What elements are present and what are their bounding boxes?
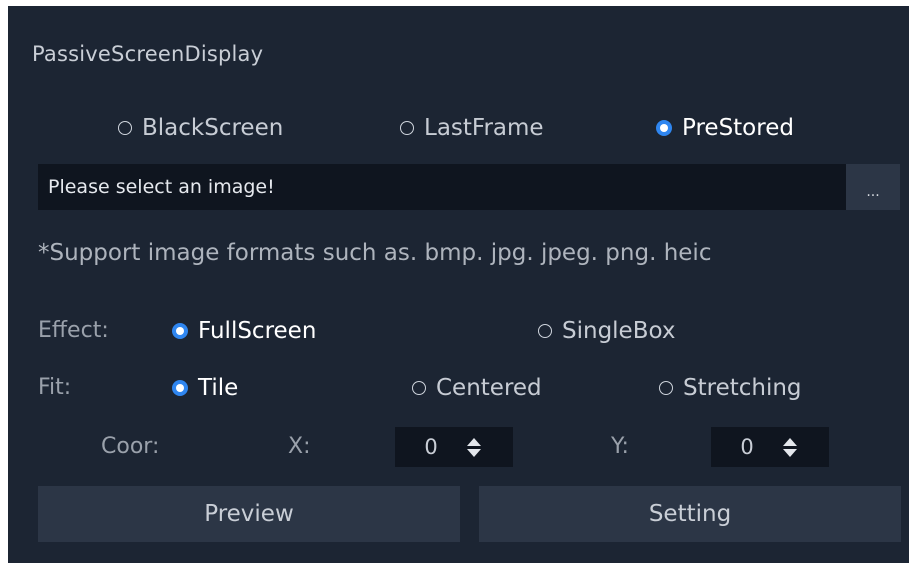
radio-indicator-selected bbox=[172, 323, 188, 339]
effect-label: Effect: bbox=[38, 318, 109, 343]
y-stepper-arrows[interactable] bbox=[783, 437, 797, 457]
y-value: 0 bbox=[740, 435, 754, 459]
coor-label: Coor: bbox=[101, 434, 160, 459]
browse-button[interactable]: ... bbox=[846, 164, 900, 210]
radio-indicator bbox=[118, 121, 132, 135]
arrow-up-icon[interactable] bbox=[467, 437, 481, 446]
passive-screen-display-panel: PassiveScreenDisplay BlackScreen LastFra… bbox=[8, 6, 909, 563]
setting-button[interactable]: Setting bbox=[479, 486, 901, 542]
radio-tile-label: Tile bbox=[198, 375, 239, 401]
image-path-field[interactable]: Please select an image! bbox=[38, 164, 846, 210]
radio-single-box[interactable]: SingleBox bbox=[538, 318, 675, 344]
radio-centered[interactable]: Centered bbox=[412, 375, 542, 401]
arrow-down-icon[interactable] bbox=[467, 448, 481, 457]
fit-label: Fit: bbox=[38, 375, 72, 400]
radio-centered-label: Centered bbox=[436, 375, 542, 401]
radio-pre-stored-label: PreStored bbox=[682, 115, 794, 141]
x-spinbox[interactable]: 0 bbox=[395, 427, 513, 467]
arrow-up-icon[interactable] bbox=[783, 437, 797, 446]
x-label: X: bbox=[288, 434, 311, 459]
radio-indicator-selected bbox=[656, 120, 672, 136]
radio-single-box-label: SingleBox bbox=[562, 318, 676, 344]
y-label: Y: bbox=[611, 434, 629, 459]
preview-button[interactable]: Preview bbox=[38, 486, 460, 542]
radio-indicator bbox=[412, 381, 426, 395]
radio-indicator bbox=[659, 381, 673, 395]
radio-black-screen-label: BlackScreen bbox=[142, 115, 284, 141]
x-value: 0 bbox=[424, 435, 438, 459]
panel-title: PassiveScreenDisplay bbox=[32, 42, 264, 66]
radio-full-screen-label: FullScreen bbox=[198, 318, 317, 344]
y-spinbox[interactable]: 0 bbox=[711, 427, 829, 467]
radio-stretching[interactable]: Stretching bbox=[659, 375, 802, 401]
radio-indicator bbox=[400, 121, 414, 135]
x-stepper-arrows[interactable] bbox=[467, 437, 481, 457]
radio-stretching-label: Stretching bbox=[683, 375, 802, 401]
radio-black-screen[interactable]: BlackScreen bbox=[118, 115, 283, 141]
supported-formats-note: *Support image formats such as. bmp. jpg… bbox=[38, 240, 712, 266]
radio-indicator-selected bbox=[172, 380, 188, 396]
arrow-down-icon[interactable] bbox=[783, 448, 797, 457]
radio-indicator bbox=[538, 324, 552, 338]
radio-last-frame[interactable]: LastFrame bbox=[400, 115, 544, 141]
radio-full-screen[interactable]: FullScreen bbox=[172, 318, 316, 344]
radio-tile[interactable]: Tile bbox=[172, 375, 238, 401]
radio-last-frame-label: LastFrame bbox=[424, 115, 544, 141]
radio-pre-stored[interactable]: PreStored bbox=[656, 115, 794, 141]
